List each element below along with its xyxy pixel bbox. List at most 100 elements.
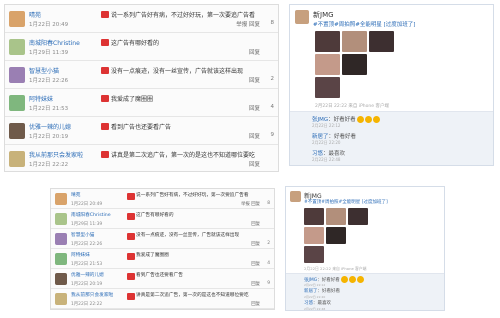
avatar[interactable] (9, 39, 25, 55)
comment-row: 优雅一辣的儿媳 看到广告也还要看广告 1月22日 20:19 回复 9 (5, 117, 278, 145)
avatar[interactable] (55, 293, 67, 305)
avatar[interactable] (55, 273, 67, 285)
comment-row: 阿特妹妹 我爱成了魔圈圈 1月22日 21:53 回复 4 (51, 249, 274, 269)
weibo-comment: 新居了：好看好看 (304, 289, 340, 294)
weibo-comment-text: 好看好看 (322, 289, 340, 294)
photo[interactable] (369, 31, 394, 52)
username[interactable]: 阿特妹妹 (29, 94, 53, 103)
comment-text: 我爱成了魔圈圈 (136, 253, 169, 258)
photo[interactable] (326, 208, 346, 225)
username[interactable]: 我从前那只会发家啦 (71, 292, 113, 298)
comment-text: 我爱成了魔圈圈 (111, 96, 154, 103)
avatar[interactable] (9, 67, 25, 83)
comment-text: 这广告有哪好看的 (136, 213, 174, 218)
username[interactable]: 我从前那只会发家啦 (29, 150, 83, 159)
emoji-icon (348, 276, 356, 283)
comment-actions[interactable]: 回复 (251, 261, 260, 267)
comment-text: 没有一点痕迹，没有一丝宣传，广告就该这样出现 (136, 233, 240, 238)
comment-date: 1月22日 20:19 (71, 282, 103, 287)
comment-text: 讲真是第二次追广告，第一次的是这也不知道哪位要吃 (111, 152, 256, 159)
like-count[interactable]: 9 (271, 132, 275, 138)
weibo-comment-text: 最喜欢 (317, 301, 332, 306)
comment-actions[interactable]: 回复 (251, 301, 260, 307)
avatar[interactable] (9, 151, 25, 167)
weibo-meta: 2月22日 22:22 来自 iPhone 客户端 (304, 266, 367, 271)
like-count[interactable]: 8 (267, 201, 270, 206)
comment-date: 2月22日 22:20 (312, 139, 341, 145)
comment-actions[interactable]: 回复 (249, 48, 260, 56)
like-count[interactable]: 4 (271, 104, 275, 110)
comment-actions[interactable]: 回复 (251, 241, 260, 247)
photo[interactable] (342, 31, 367, 52)
vip-badge-icon (127, 293, 135, 300)
comment-actions[interactable]: 举报 回复 (236, 20, 260, 28)
photo[interactable] (315, 77, 340, 98)
vip-badge-icon (127, 253, 135, 260)
comment-date: 1月29日 11:39 (71, 222, 103, 227)
avatar[interactable] (55, 193, 67, 205)
username[interactable]: 优雅一辣的儿媳 (71, 272, 104, 278)
comment-actions[interactable]: 回复 (249, 76, 260, 84)
vip-badge-icon (127, 233, 135, 240)
comment-text: 说一系列广告好有病，不过好好玩，第一次要追广告看 (111, 12, 256, 19)
comment-actions[interactable]: 回复 (251, 221, 260, 227)
comment-date: 1月22日 20:49 (71, 202, 103, 207)
avatar[interactable] (295, 10, 309, 24)
photo[interactable] (348, 208, 368, 225)
like-count[interactable]: 9 (267, 281, 270, 286)
comment-date: 1月29日 11:39 (29, 50, 69, 56)
photo[interactable] (315, 54, 340, 75)
username[interactable]: 习悠 (304, 301, 313, 306)
photo[interactable] (315, 31, 340, 52)
weibo-username[interactable]: 新JMG (313, 10, 334, 20)
comment-date: 2月22日 22:12 (312, 122, 341, 128)
username[interactable]: 新居了 (304, 289, 318, 294)
comment-row: 南城阳春Christine 这广告有哪好看的 1月29日 11:39 回复 (51, 209, 274, 229)
like-count[interactable]: 2 (271, 76, 275, 82)
username[interactable]: 智慧型小猫 (29, 66, 59, 75)
avatar[interactable] (55, 233, 67, 245)
username[interactable]: 南城阳春Christine (29, 38, 80, 47)
comment-date: 2月22日 22:48 (312, 156, 341, 162)
weibo-meta: 2月22日 22:22 来自 iPhone 客户端 (315, 104, 389, 109)
like-count[interactable]: 8 (271, 20, 275, 26)
avatar[interactable] (55, 213, 67, 225)
avatar[interactable] (55, 253, 67, 265)
username[interactable]: 阿特妹妹 (71, 252, 90, 258)
username[interactable]: 智慧型小猫 (71, 232, 94, 238)
comment-date: 1月22日 21:53 (29, 106, 69, 112)
comment-row: 晴苑 说一系列广告好有病，不过好好玩，第一次要追广告看 1月22日 20:49 举报 … (51, 189, 274, 209)
avatar[interactable] (9, 95, 25, 111)
comment-actions[interactable]: 举报 回复 (241, 201, 260, 207)
username[interactable]: 晴苑 (29, 10, 41, 19)
photo[interactable] (304, 227, 324, 244)
weibo-post-top: 新JMG #不置顶#周拍照#全能明星 [过度加班了] 2月22日 22:22 来… (289, 4, 494, 166)
vip-badge-icon (127, 213, 135, 220)
avatar[interactable] (290, 191, 301, 202)
emoji-icon (356, 276, 364, 283)
photo[interactable] (304, 208, 324, 225)
username[interactable]: 优雅一辣的儿媳 (29, 122, 71, 131)
comment-actions[interactable]: 回复 (249, 132, 260, 140)
comment-row: 南城阳春Christine 这广告有哪好看的 1月29日 11:39 回复 (5, 33, 278, 61)
emoji-icon (364, 116, 372, 123)
photo[interactable] (342, 54, 367, 75)
like-count[interactable]: 2 (267, 241, 270, 246)
vip-badge-icon (101, 95, 109, 102)
comment-actions[interactable]: 回复 (251, 281, 260, 287)
comment-date: 2月22日 22:12 (304, 282, 326, 287)
comment-list-bottom: 晴苑 说一系列广告好有病，不过好好玩，第一次要追广告看 1月22日 20:49 举报 … (50, 188, 275, 310)
vip-badge-icon (101, 39, 109, 46)
avatar[interactable] (9, 123, 25, 139)
username[interactable]: 晴苑 (71, 192, 80, 198)
username[interactable]: 南城阳春Christine (71, 212, 111, 218)
photo[interactable] (304, 246, 324, 263)
weibo-post-bottom: 新JMG #不置顶#周拍照#全能明星 [过度加班了] 2月22日 22:22 来… (285, 186, 445, 311)
like-count[interactable]: 4 (267, 261, 270, 266)
comment-text: 讲真是第二次追广告，第一次的是这也不知道哪位要吃 (136, 293, 249, 298)
comment-actions[interactable]: 回复 (249, 104, 260, 112)
comment-actions[interactable]: 回复 (249, 160, 260, 168)
comment-date: 1月22日 22:26 (29, 78, 69, 84)
avatar[interactable] (9, 11, 25, 27)
photo[interactable] (326, 227, 346, 244)
